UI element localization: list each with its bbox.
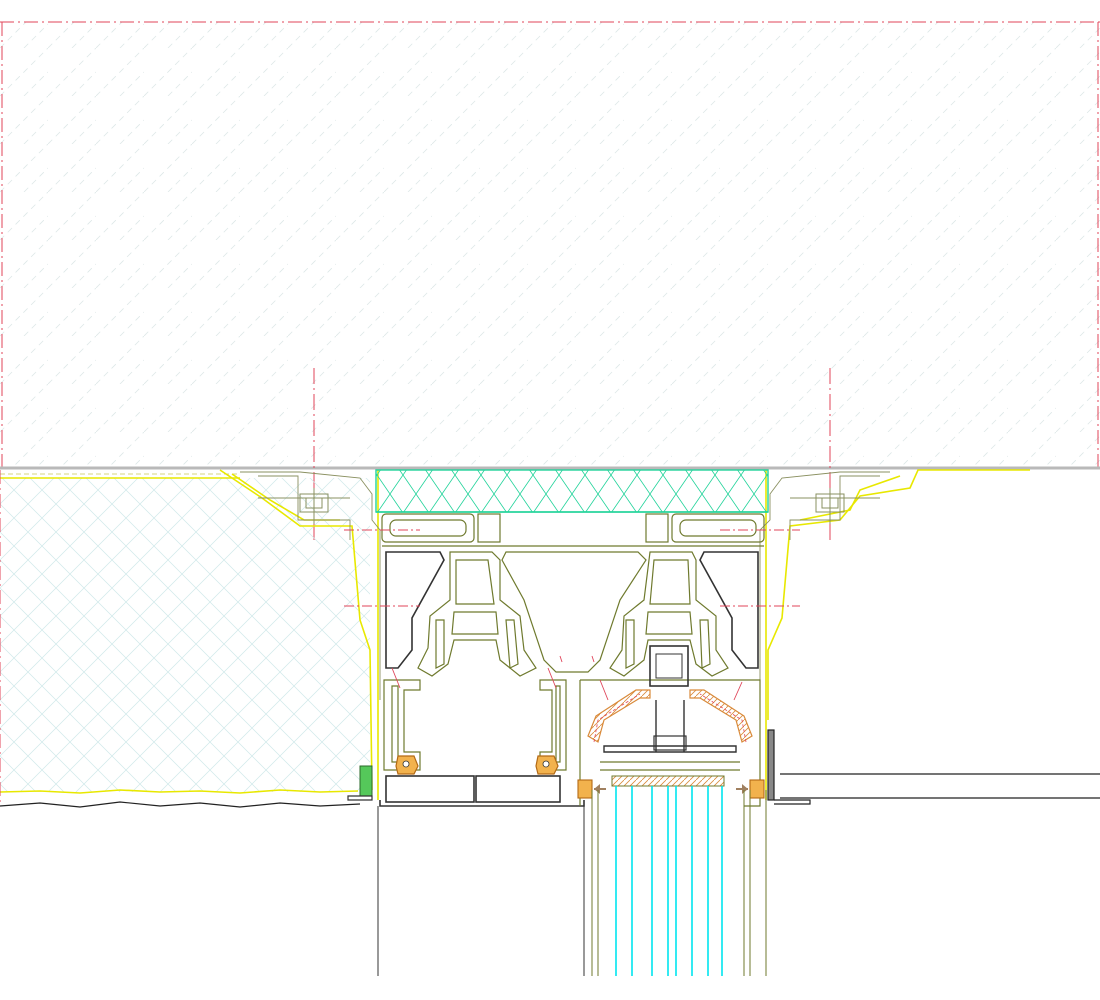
base-profile xyxy=(377,775,585,976)
insulation-block xyxy=(375,469,769,513)
interior-sill-right xyxy=(767,729,1100,805)
main-frame-profile xyxy=(381,513,765,771)
glass-unit xyxy=(591,775,767,976)
section-detail-drawing xyxy=(0,21,1100,976)
cad-drawing-canvas xyxy=(0,0,1100,1000)
concrete-slab xyxy=(0,21,1100,470)
thermal-break xyxy=(587,689,753,743)
